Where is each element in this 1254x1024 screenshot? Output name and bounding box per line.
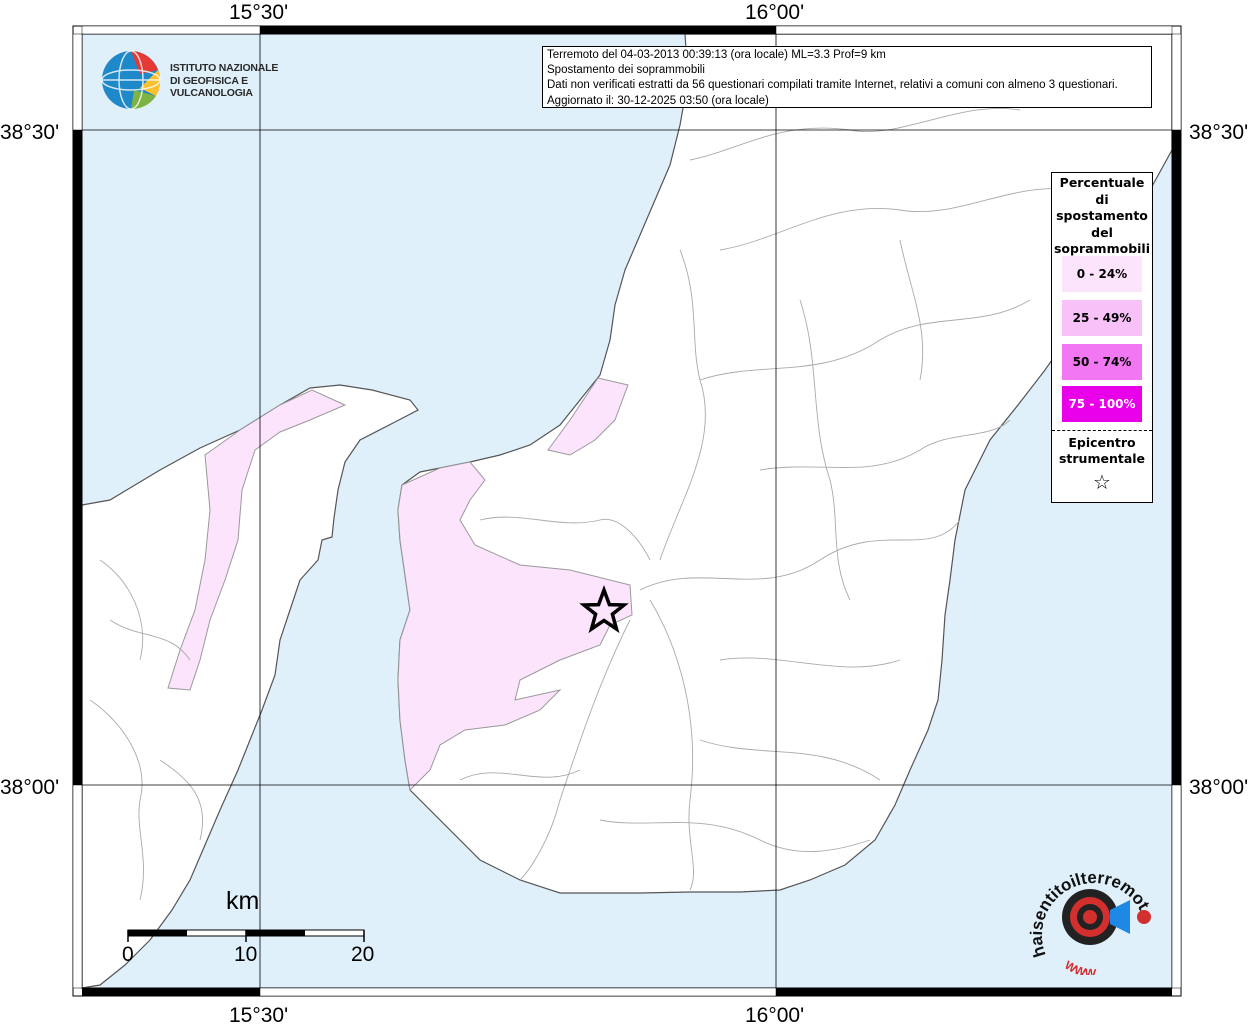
- legend-star-icon: ☆: [1093, 470, 1111, 494]
- legend-class-0-24: 0 - 24%: [1062, 256, 1142, 292]
- lon-label-top-2: 16°00': [745, 1, 804, 24]
- ingv-name: ISTITUTO NAZIONALE DI GEOFISICA E VULCAN…: [170, 62, 320, 100]
- lat-label-right-1: 38°30': [1189, 121, 1248, 144]
- legend-divider: [1052, 430, 1152, 431]
- haisentito-logo-www: WWW.: [1062, 958, 1098, 981]
- scale-label-10: 10: [234, 943, 258, 966]
- lon-label-bottom-2: 16°00': [745, 1004, 804, 1024]
- lat-label-right-2: 38°00': [1189, 776, 1248, 799]
- scale-label-20: 20: [351, 943, 375, 966]
- legend-epicenter-line2: strumentale: [1058, 451, 1146, 466]
- legend-epicenter-label: Epicentro strumentale: [1052, 435, 1152, 467]
- legend-epicenter-line1: Epicentro: [1068, 435, 1136, 450]
- haisentito-logo-icon: haisentitoilterremoto.it WWW.: [1019, 840, 1154, 981]
- ingv-name-line2: DI GEOFISICA E VULCANOLOGIA: [170, 74, 253, 100]
- legend: Percentuale di spostamento del soprammob…: [1051, 172, 1153, 503]
- legend-title: Percentuale di spostamento del soprammob…: [1052, 175, 1152, 258]
- legend-title-line: spostamento: [1056, 208, 1148, 223]
- ingv-logo: ISTITUTO NAZIONALE DI GEOFISICA E VULCAN…: [100, 46, 320, 112]
- info-line-updated: Aggiornato il: 30-12-2025 03:50 (ora loc…: [547, 94, 769, 107]
- info-line-parameter: Spostamento dei soprammobili: [547, 64, 705, 77]
- legend-title-line: del: [1091, 224, 1113, 240]
- svg-text:WWW.: WWW.: [1062, 958, 1098, 975]
- legend-class-50-74: 50 - 74%: [1062, 344, 1142, 380]
- earthquake-info-box: Terremoto del 04-03-2013 00:39:13 (ora l…: [542, 46, 1152, 108]
- scale-label-0: 0: [122, 943, 134, 966]
- lon-label-bottom-1: 15°30': [229, 1004, 288, 1024]
- lat-label-left-2: 38°00': [0, 776, 59, 799]
- legend-title-line: di: [1095, 191, 1109, 207]
- legend-class-75-100: 75 - 100%: [1062, 386, 1142, 422]
- ingv-globe-icon: [101, 50, 161, 110]
- legend-class-25-49: 25 - 49%: [1062, 300, 1142, 336]
- lat-label-left-1: 38°30': [0, 121, 59, 144]
- haisentito-logo: haisentitoilterremoto.it WWW.: [1019, 840, 1164, 981]
- info-line-event: Terremoto del 04-03-2013 00:39:13 (ora l…: [547, 49, 886, 61]
- scale-unit: km: [226, 887, 260, 915]
- info-line-source: Dati non verificati estratti da 56 quest…: [547, 79, 1118, 92]
- legend-title-line: Percentuale: [1059, 175, 1145, 190]
- ingv-name-line1: ISTITUTO NAZIONALE: [170, 62, 279, 74]
- lon-label-top-1: 15°30': [229, 1, 288, 24]
